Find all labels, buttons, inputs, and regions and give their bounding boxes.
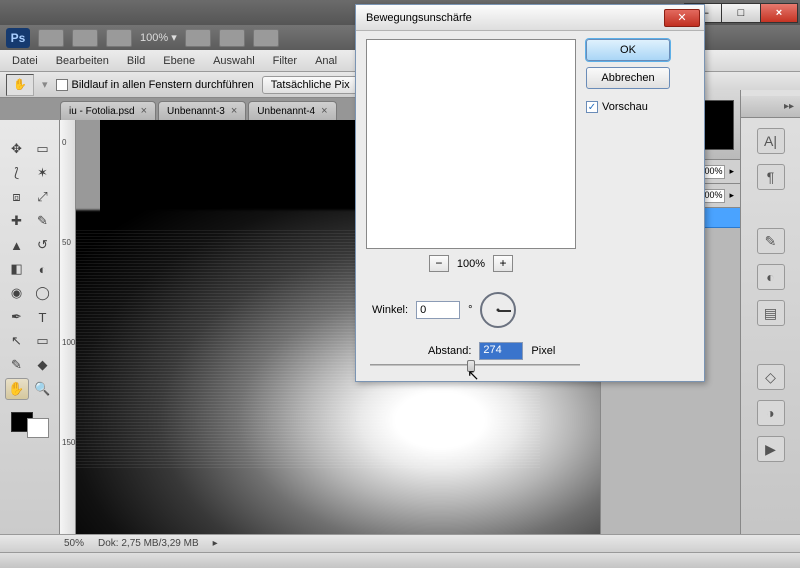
preview-checkbox[interactable]: ✓ bbox=[586, 101, 598, 113]
minibridge-icon[interactable] bbox=[72, 29, 98, 47]
background-swatch[interactable] bbox=[27, 418, 49, 438]
menu-ebene[interactable]: Ebene bbox=[163, 55, 195, 67]
dialog-titlebar[interactable]: Bewegungsunschärfe ✕ bbox=[356, 5, 704, 31]
distance-label: Abstand: bbox=[428, 345, 471, 357]
brush-panel-icon[interactable]: ✎ bbox=[757, 228, 785, 254]
menu-bearbeiten[interactable]: Bearbeiten bbox=[56, 55, 109, 67]
character-panel-icon[interactable]: A| bbox=[757, 128, 785, 154]
pen-tool-icon[interactable]: ✒ bbox=[5, 306, 29, 328]
chevron-right-icon[interactable]: ▸ bbox=[213, 538, 218, 549]
distance-unit: Pixel bbox=[531, 345, 555, 357]
3d-tool-icon[interactable]: ◆ bbox=[31, 354, 55, 376]
angle-label: Winkel: bbox=[372, 304, 408, 316]
zoom-in-button[interactable]: + bbox=[493, 255, 513, 272]
preview-checkbox-label: Vorschau bbox=[602, 101, 648, 113]
type-tool-icon[interactable]: T bbox=[31, 306, 55, 328]
filter-preview[interactable] bbox=[366, 39, 576, 249]
close-icon[interactable]: × bbox=[141, 105, 147, 117]
angle-degree-symbol: ° bbox=[468, 304, 472, 316]
dialog-title: Bewegungsunschärfe bbox=[366, 12, 472, 24]
lasso-tool-icon[interactable]: ⟅ bbox=[5, 162, 29, 184]
zoom-level[interactable]: 100% ▾ bbox=[140, 31, 177, 44]
tab-label: Unbenannt-4 bbox=[257, 106, 315, 117]
bridge-icon[interactable] bbox=[38, 29, 64, 47]
zoom-percent[interactable]: 50% bbox=[64, 538, 84, 549]
gradient-tool-icon[interactable]: ◐ bbox=[31, 258, 55, 280]
tab-label: iu - Fotolia.psd bbox=[69, 106, 135, 117]
dodge-tool-icon[interactable]: ◯ bbox=[31, 282, 55, 304]
cancel-button[interactable]: Abbrechen bbox=[586, 67, 670, 89]
zoom-out-button[interactable]: − bbox=[429, 255, 449, 272]
close-icon[interactable]: × bbox=[231, 105, 237, 117]
crop-tool-icon[interactable]: ⧈ bbox=[5, 186, 29, 208]
motion-blur-dialog: Bewegungsunschärfe ✕ − 100% + OK Abbrech… bbox=[355, 4, 705, 382]
history-brush-icon[interactable]: ↺ bbox=[31, 234, 55, 256]
channels-panel-icon[interactable]: ◑ bbox=[757, 400, 785, 426]
ok-button[interactable]: OK bbox=[586, 39, 670, 61]
arrange-icon[interactable] bbox=[185, 29, 211, 47]
status-bar: 50% Dok: 2,75 MB/3,29 MB ▸ bbox=[0, 534, 800, 552]
distance-slider[interactable] bbox=[370, 364, 580, 366]
doc-size: Dok: 2,75 MB/3,29 MB bbox=[98, 538, 199, 549]
heal-tool-icon[interactable]: ✚ bbox=[5, 210, 29, 232]
color-swatches[interactable] bbox=[11, 412, 49, 438]
stamp-tool-icon[interactable]: ▲ bbox=[5, 234, 29, 256]
paths-panel-icon[interactable]: ◇ bbox=[757, 364, 785, 390]
extras-icon[interactable] bbox=[219, 29, 245, 47]
marquee-tool-icon[interactable]: ▭ bbox=[31, 138, 55, 160]
maximize-button[interactable]: □ bbox=[722, 3, 760, 23]
move-tool-icon[interactable]: ✥ bbox=[5, 138, 29, 160]
zoom-tool-icon[interactable]: 🔍 bbox=[31, 378, 55, 400]
angle-dial[interactable] bbox=[480, 292, 516, 328]
chevron-right-icon[interactable]: ▸ bbox=[729, 166, 734, 177]
path-tool-icon[interactable]: ↖ bbox=[5, 330, 29, 352]
chevron-right-icon[interactable]: ▸ bbox=[729, 190, 734, 201]
dialog-close-button[interactable]: ✕ bbox=[664, 9, 700, 27]
hand-tool-icon[interactable]: ✋ bbox=[6, 74, 34, 96]
blur-tool-icon[interactable]: ◉ bbox=[5, 282, 29, 304]
angle-input[interactable] bbox=[416, 301, 460, 319]
options-icon[interactable] bbox=[253, 29, 279, 47]
scroll-all-checkbox[interactable] bbox=[56, 79, 68, 91]
tool-palette: ✥ ▭ ⟅ ✶ ⧈ ⤢ ✚ ✎ ▲ ↺ ◧ ◐ ◉ ◯ ✒ T ↖ ▭ ✎ ◆ … bbox=[0, 120, 60, 548]
adjustments-panel-icon[interactable]: ◐ bbox=[757, 264, 785, 290]
tab-label: Unbenannt-3 bbox=[167, 106, 225, 117]
actual-pixels-button[interactable]: Tatsächliche Pix bbox=[262, 76, 359, 94]
paragraph-panel-icon[interactable]: ¶ bbox=[757, 164, 785, 190]
horizontal-scrollbar[interactable] bbox=[0, 552, 800, 568]
menu-analyse[interactable]: Anal bbox=[315, 55, 337, 67]
expand-icon[interactable]: ▸▸ bbox=[784, 101, 794, 112]
layers-panel-icon[interactable]: ▤ bbox=[757, 300, 785, 326]
screen-mode-icon[interactable] bbox=[106, 29, 132, 47]
preview-zoom-pct: 100% bbox=[457, 258, 485, 270]
menu-datei[interactable]: Datei bbox=[12, 55, 38, 67]
distance-slider-thumb[interactable] bbox=[467, 360, 475, 372]
close-button[interactable]: × bbox=[760, 3, 798, 23]
scroll-all-label: Bildlauf in allen Fenstern durchführen bbox=[72, 79, 254, 91]
tab-unbenannt-4[interactable]: Unbenannt-4 × bbox=[248, 101, 336, 120]
tab-fotolia[interactable]: iu - Fotolia.psd × bbox=[60, 101, 156, 120]
wand-tool-icon[interactable]: ✶ bbox=[31, 162, 55, 184]
brush-tool-icon[interactable]: ✎ bbox=[31, 210, 55, 232]
notes-tool-icon[interactable]: ✎ bbox=[5, 354, 29, 376]
shape-tool-icon[interactable]: ▭ bbox=[31, 330, 55, 352]
hand-tool-icon[interactable]: ✋ bbox=[5, 378, 29, 400]
ruler-vertical: 0 50 100 150 200 bbox=[60, 120, 76, 548]
actions-panel-icon[interactable]: ▶ bbox=[757, 436, 785, 462]
menu-bild[interactable]: Bild bbox=[127, 55, 145, 67]
close-icon[interactable]: × bbox=[321, 105, 327, 117]
eyedropper-tool-icon[interactable]: ⤢ bbox=[31, 186, 55, 208]
tab-unbenannt-3[interactable]: Unbenannt-3 × bbox=[158, 101, 246, 120]
ps-logo-icon: Ps bbox=[6, 28, 30, 48]
eraser-tool-icon[interactable]: ◧ bbox=[5, 258, 29, 280]
distance-input[interactable]: 274 bbox=[479, 342, 523, 360]
collapsed-panel-dock: ▸▸ A| ¶ ✎ ◐ ▤ ◇ ◑ ▶ bbox=[740, 90, 800, 548]
menu-filter[interactable]: Filter bbox=[273, 55, 297, 67]
menu-auswahl[interactable]: Auswahl bbox=[213, 55, 255, 67]
